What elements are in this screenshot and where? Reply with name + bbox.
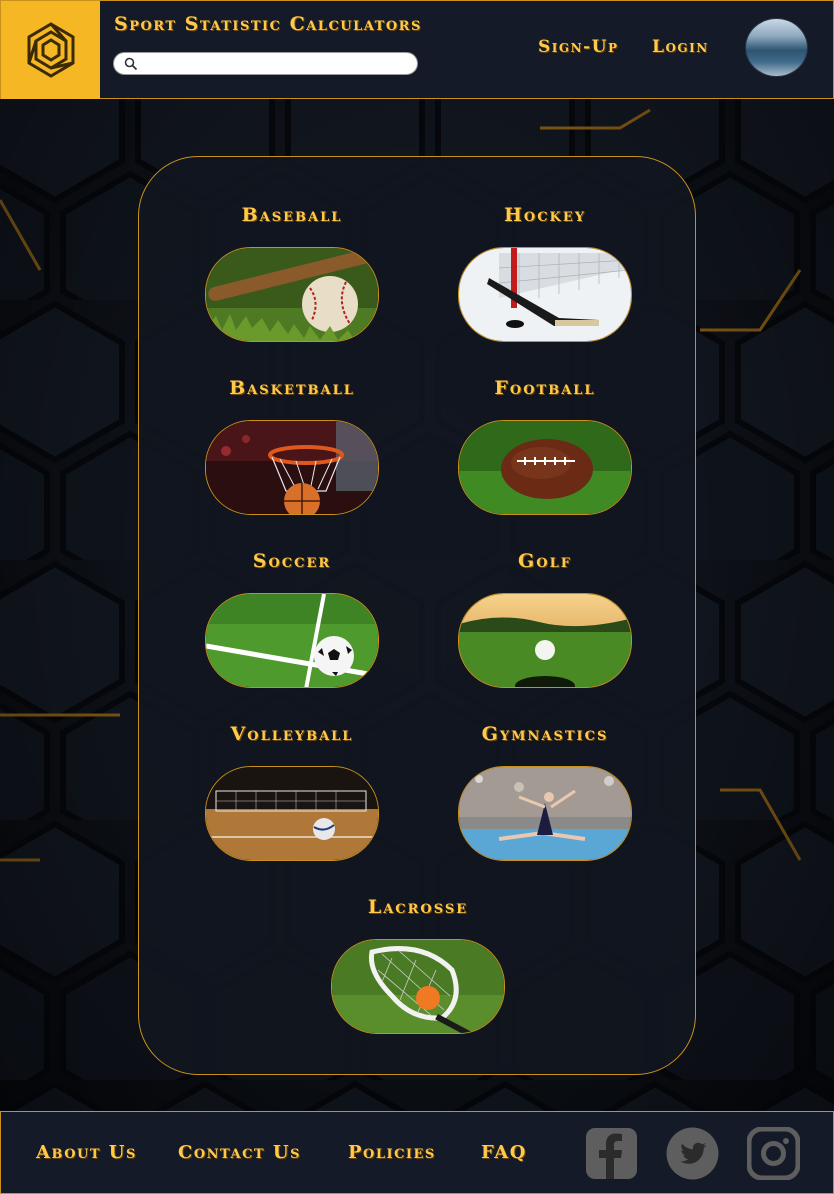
- hockey-image[interactable]: [458, 247, 632, 342]
- search-bar[interactable]: [113, 52, 418, 75]
- sport-card-baseball: Baseball: [202, 201, 382, 342]
- sport-card-football: Football: [455, 374, 635, 515]
- policies-link[interactable]: Policies: [348, 1142, 436, 1163]
- sport-card-basketball: Basketball: [202, 374, 382, 515]
- gymnastics-image[interactable]: [458, 766, 632, 861]
- instagram-icon[interactable]: [746, 1126, 801, 1181]
- sport-title-football: Football: [494, 377, 596, 399]
- logo[interactable]: [1, 1, 100, 99]
- top-navbar: Sport Statistic Calculators Sign-Up Logi…: [0, 0, 834, 99]
- basketball-image[interactable]: [205, 420, 379, 515]
- search-icon: [124, 57, 138, 70]
- sport-title-soccer: Soccer: [252, 550, 332, 572]
- sport-title-gymnastics: Gymnastics: [481, 723, 609, 745]
- facebook-icon[interactable]: [585, 1127, 638, 1180]
- sport-title-golf: Golf: [518, 550, 572, 572]
- twitter-icon[interactable]: [666, 1127, 719, 1180]
- sport-card-hockey: Hockey: [455, 201, 635, 342]
- profile-avatar[interactable]: [746, 19, 807, 76]
- football-image[interactable]: [458, 420, 632, 515]
- volleyball-image[interactable]: [205, 766, 379, 861]
- sport-title-baseball: Baseball: [241, 204, 343, 226]
- search-input[interactable]: [144, 56, 404, 71]
- contact-us-link[interactable]: Contact Us: [178, 1142, 301, 1163]
- site-title: Sport Statistic Calculators: [114, 13, 422, 35]
- sport-card-golf: Golf: [455, 547, 635, 688]
- sport-title-basketball: Basketball: [229, 377, 355, 399]
- faq-link[interactable]: FAQ: [481, 1142, 527, 1163]
- footer: About Us Contact Us Policies FAQ: [0, 1111, 834, 1194]
- about-us-link[interactable]: About Us: [36, 1142, 137, 1163]
- sport-card-volleyball: Volleyball: [202, 720, 382, 861]
- sport-title-lacrosse: Lacrosse: [367, 896, 469, 918]
- lacrosse-image[interactable]: [331, 939, 505, 1034]
- sport-title-volleyball: Volleyball: [230, 723, 354, 745]
- hexagon-spiral-logo-icon: [27, 22, 74, 78]
- sport-card-gymnastics: Gymnastics: [455, 720, 635, 861]
- golf-image[interactable]: [458, 593, 632, 688]
- soccer-image[interactable]: [205, 593, 379, 688]
- sports-panel: Baseball Hockey Basketball Football Socc…: [138, 156, 696, 1075]
- sport-title-hockey: Hockey: [503, 204, 587, 226]
- sport-card-lacrosse: Lacrosse: [328, 893, 508, 1034]
- signup-link[interactable]: Sign-Up: [538, 37, 619, 57]
- login-link[interactable]: Login: [652, 37, 709, 57]
- baseball-image[interactable]: [205, 247, 379, 342]
- sport-card-soccer: Soccer: [202, 547, 382, 688]
